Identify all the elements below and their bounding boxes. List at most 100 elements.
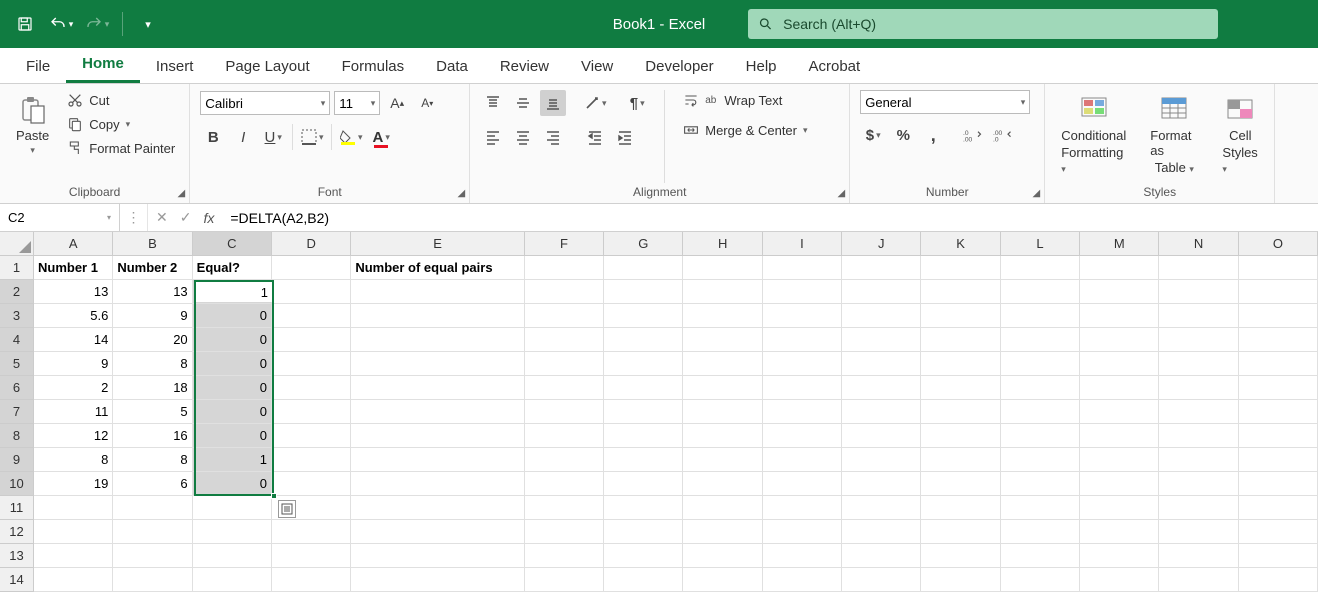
cell-J13[interactable] (842, 544, 921, 568)
cell-A11[interactable] (34, 496, 113, 520)
cell-B4[interactable]: 20 (113, 328, 192, 352)
cell-D13[interactable] (272, 544, 351, 568)
cell-L14[interactable] (1001, 568, 1080, 592)
cell-K12[interactable] (921, 520, 1000, 544)
cell-J1[interactable] (842, 256, 921, 280)
col-header-B[interactable]: B (113, 232, 192, 256)
cell-K10[interactable] (921, 472, 1000, 496)
cell-I14[interactable] (763, 568, 842, 592)
cell-L3[interactable] (1001, 304, 1080, 328)
fx-icon[interactable]: fx (203, 210, 214, 226)
cell-E8[interactable] (351, 424, 524, 448)
cell-K5[interactable] (921, 352, 1000, 376)
cell-G2[interactable] (604, 280, 683, 304)
cell-N2[interactable] (1159, 280, 1238, 304)
cell-I6[interactable] (763, 376, 842, 400)
save-icon[interactable] (10, 9, 40, 39)
cell-C14[interactable] (193, 568, 272, 592)
cell-D1[interactable] (272, 256, 351, 280)
col-header-A[interactable]: A (34, 232, 113, 256)
tab-view[interactable]: View (565, 50, 629, 83)
cell-N7[interactable] (1159, 400, 1238, 424)
col-header-L[interactable]: L (1001, 232, 1080, 256)
cell-I12[interactable] (763, 520, 842, 544)
cell-G12[interactable] (604, 520, 683, 544)
align-center-icon[interactable] (510, 124, 536, 150)
align-top-icon[interactable] (480, 90, 506, 116)
decrease-font-icon[interactable]: A▾ (414, 90, 440, 116)
cell-C3[interactable]: 0 (193, 304, 272, 328)
cell-F14[interactable] (525, 568, 604, 592)
cell-H11[interactable] (683, 496, 762, 520)
cell-H5[interactable] (683, 352, 762, 376)
format-as-table-button[interactable]: Format as Table ▾ (1144, 90, 1204, 179)
undo-button[interactable]: ▾ (46, 9, 76, 39)
col-header-I[interactable]: I (763, 232, 842, 256)
align-middle-icon[interactable] (510, 90, 536, 116)
conditional-formatting-button[interactable]: Conditional Formatting ▾ (1055, 90, 1132, 179)
fill-color-button[interactable]: ▾ (338, 124, 364, 150)
cell-C5[interactable]: 0 (193, 352, 272, 376)
tab-acrobat[interactable]: Acrobat (793, 50, 877, 83)
comma-format-button[interactable]: , (920, 122, 946, 148)
cell-A10[interactable]: 19 (34, 472, 113, 496)
cell-D3[interactable] (272, 304, 351, 328)
decrease-indent-icon[interactable] (582, 124, 608, 150)
cell-D4[interactable] (272, 328, 351, 352)
tab-review[interactable]: Review (484, 50, 565, 83)
cell-C6[interactable]: 0 (193, 376, 272, 400)
cell-G3[interactable] (604, 304, 683, 328)
cut-button[interactable]: Cut (63, 90, 179, 110)
cell-H12[interactable] (683, 520, 762, 544)
cell-J3[interactable] (842, 304, 921, 328)
cell-H7[interactable] (683, 400, 762, 424)
cell-M4[interactable] (1080, 328, 1159, 352)
cell-D8[interactable] (272, 424, 351, 448)
cell-G1[interactable] (604, 256, 683, 280)
cell-J10[interactable] (842, 472, 921, 496)
cell-A8[interactable]: 12 (34, 424, 113, 448)
cell-C8[interactable]: 0 (193, 424, 272, 448)
cell-C7[interactable]: 0 (193, 400, 272, 424)
cell-E2[interactable] (351, 280, 524, 304)
cell-G14[interactable] (604, 568, 683, 592)
cell-D14[interactable] (272, 568, 351, 592)
cell-N6[interactable] (1159, 376, 1238, 400)
cell-G7[interactable] (604, 400, 683, 424)
format-painter-button[interactable]: Format Painter (63, 138, 179, 158)
cell-A14[interactable] (34, 568, 113, 592)
decrease-decimal-icon[interactable]: .00.0 (990, 122, 1016, 148)
align-bottom-icon[interactable] (540, 90, 566, 116)
cell-G8[interactable] (604, 424, 683, 448)
cell-F13[interactable] (525, 544, 604, 568)
cell-N3[interactable] (1159, 304, 1238, 328)
cell-N8[interactable] (1159, 424, 1238, 448)
cell-I7[interactable] (763, 400, 842, 424)
cell-I5[interactable] (763, 352, 842, 376)
cell-M7[interactable] (1080, 400, 1159, 424)
cell-E14[interactable] (351, 568, 524, 592)
cell-H8[interactable] (683, 424, 762, 448)
align-left-icon[interactable] (480, 124, 506, 150)
italic-button[interactable]: I (230, 124, 256, 150)
search-box[interactable] (748, 9, 1218, 39)
cell-E9[interactable] (351, 448, 524, 472)
cell-K4[interactable] (921, 328, 1000, 352)
merge-center-button[interactable]: Merge & Center▾ (679, 120, 811, 140)
cell-E13[interactable] (351, 544, 524, 568)
cell-G5[interactable] (604, 352, 683, 376)
cell-K6[interactable] (921, 376, 1000, 400)
align-right-icon[interactable] (540, 124, 566, 150)
cell-A13[interactable] (34, 544, 113, 568)
enter-formula-icon[interactable]: ✓ (180, 209, 192, 226)
cell-L4[interactable] (1001, 328, 1080, 352)
cell-H1[interactable] (683, 256, 762, 280)
cell-E12[interactable] (351, 520, 524, 544)
cell-E6[interactable] (351, 376, 524, 400)
cell-N5[interactable] (1159, 352, 1238, 376)
cell-G6[interactable] (604, 376, 683, 400)
cell-J12[interactable] (842, 520, 921, 544)
cell-F7[interactable] (525, 400, 604, 424)
col-header-D[interactable]: D (272, 232, 351, 256)
percent-format-button[interactable]: % (890, 122, 916, 148)
